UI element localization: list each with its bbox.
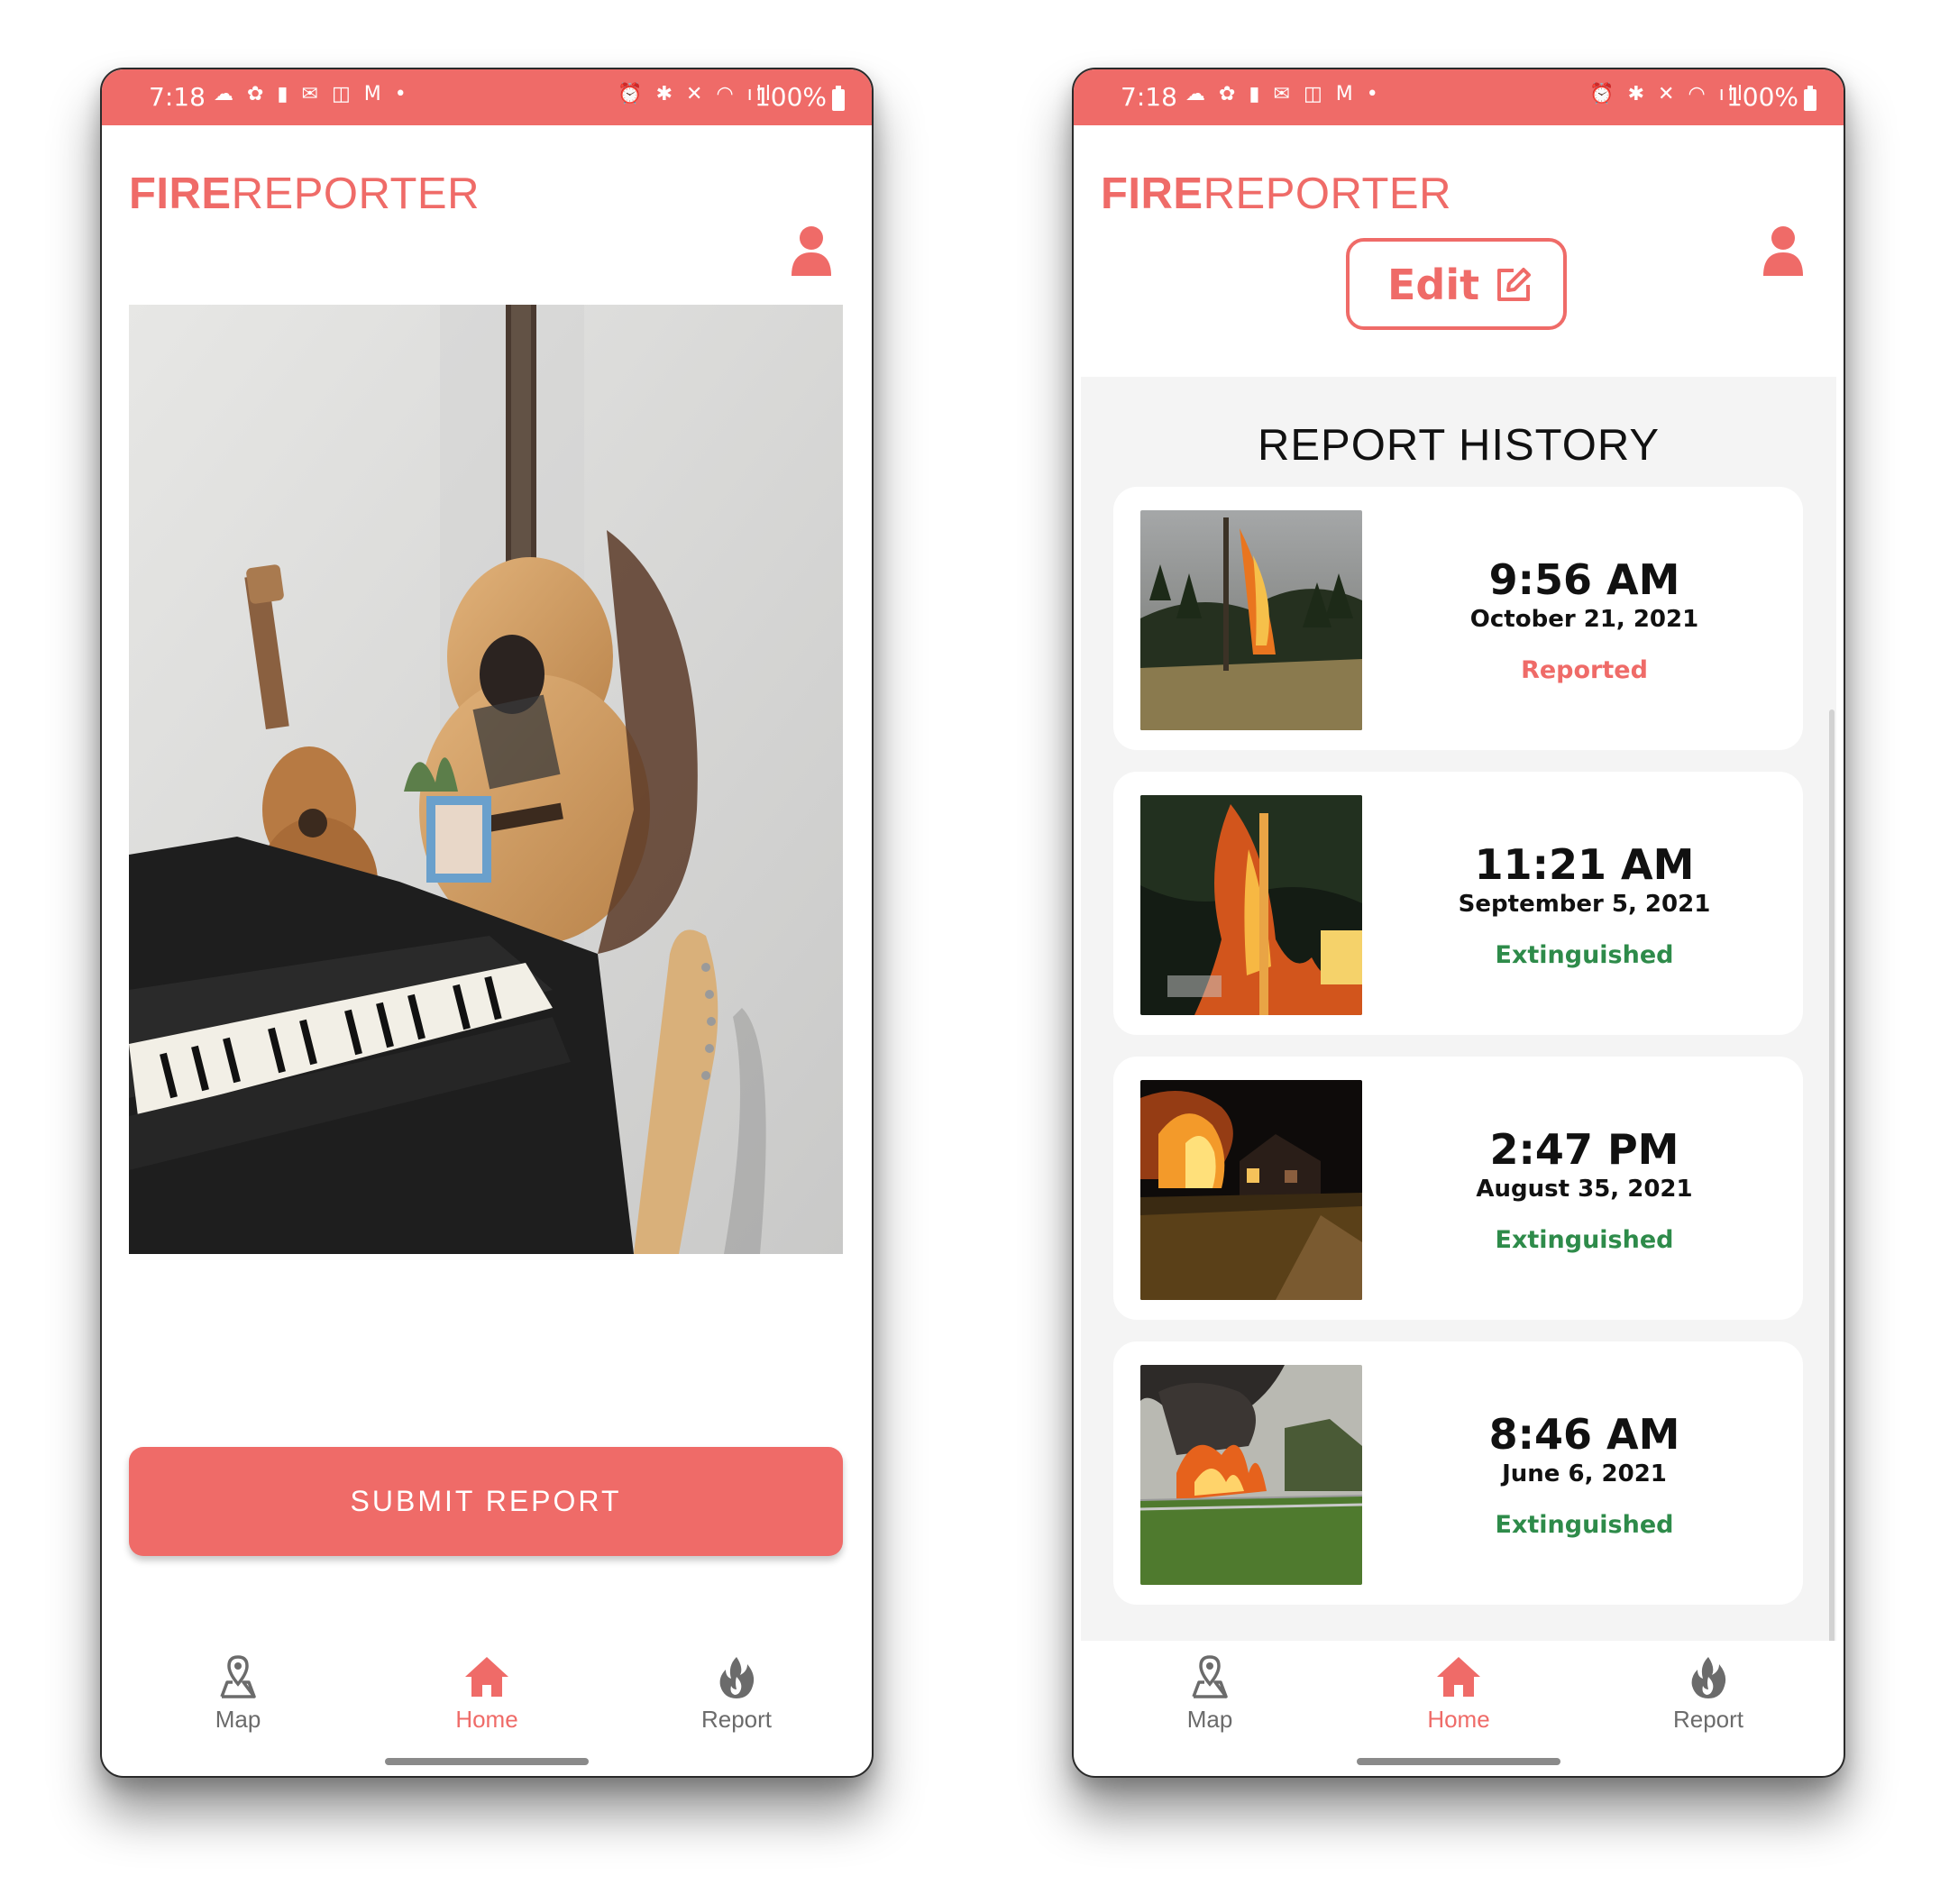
status-bar: 7:18 ☁ ✿ ▮ ✉ ◫ M • ⏰ ✱ ✕ ◠ ıll 100%	[102, 69, 872, 125]
bottom-nav: Map Home Report	[102, 1641, 872, 1751]
report-thumbnail	[1140, 1080, 1362, 1300]
logo-bold-part: FIRE	[1101, 169, 1203, 218]
battery-icon	[832, 86, 845, 111]
battery-level: 100%	[1725, 82, 1798, 112]
report-history-panel: REPORT HISTORY 9:56 AM October 21, 2021 …	[1081, 377, 1836, 1641]
report-thumbnail	[1140, 510, 1362, 730]
app-logo: FIREREPORTER	[1101, 169, 1451, 219]
scrollbar[interactable]	[1829, 709, 1835, 1710]
report-status: Extinguished	[1495, 941, 1674, 969]
report-status: Extinguished	[1495, 1226, 1674, 1254]
report-time: 2:47 PM	[1489, 1125, 1679, 1174]
map-pin-icon	[220, 1655, 256, 1698]
battery-icon	[1804, 86, 1816, 111]
nav-report-label: Report	[700, 1706, 773, 1733]
report-card[interactable]: 11:21 AM September 5, 2021 Extinguished	[1113, 772, 1803, 1035]
notification-icons: ☁ ✿ ▮ ✉ ◫ M •	[214, 83, 410, 105]
nav-home-label: Home	[455, 1706, 518, 1733]
home-indicator[interactable]	[1357, 1758, 1560, 1765]
report-date: August 35, 2021	[1476, 1176, 1693, 1203]
report-status: Extinguished	[1495, 1511, 1674, 1539]
home-indicator[interactable]	[385, 1758, 589, 1765]
report-thumbnail	[1140, 795, 1362, 1015]
camera-preview	[129, 305, 843, 1254]
report-time: 11:21 AM	[1474, 840, 1695, 889]
fire-icon	[1691, 1657, 1726, 1698]
nav-map-label: Map	[1186, 1706, 1233, 1733]
app-logo: FIREREPORTER	[129, 169, 480, 219]
battery-level: 100%	[754, 82, 827, 112]
edit-label: Edit	[1387, 261, 1480, 309]
home-icon	[1437, 1657, 1480, 1697]
report-card[interactable]: 8:46 AM June 6, 2021 Extinguished	[1113, 1341, 1803, 1605]
report-date: June 6, 2021	[1502, 1460, 1667, 1488]
system-status-icons: ⏰ ✱ ✕ ◠ ıll	[618, 83, 774, 105]
user-icon[interactable]	[1762, 225, 1804, 276]
nav-home[interactable]: Home	[1368, 1641, 1549, 1751]
submit-report-button[interactable]: SUBMIT REPORT	[129, 1447, 843, 1556]
logo-light-part: REPORTER	[1203, 169, 1451, 218]
user-icon[interactable]	[791, 225, 832, 276]
report-time: 9:56 AM	[1488, 555, 1680, 604]
report-date: September 5, 2021	[1458, 891, 1711, 918]
report-time: 8:46 AM	[1488, 1410, 1680, 1459]
fire-icon	[719, 1657, 755, 1698]
report-card[interactable]: 9:56 AM October 21, 2021 Reported	[1113, 487, 1803, 750]
nav-map[interactable]: Map	[148, 1641, 328, 1751]
nav-map-label: Map	[215, 1706, 261, 1733]
captured-photo	[129, 305, 843, 1254]
nav-report[interactable]: Report	[1618, 1641, 1798, 1751]
nav-map[interactable]: Map	[1120, 1641, 1300, 1751]
logo-light-part: REPORTER	[231, 169, 480, 218]
status-time: 7:18	[149, 82, 206, 112]
report-card[interactable]: 2:47 PM August 35, 2021 Extinguished	[1113, 1057, 1803, 1320]
edit-icon	[1497, 268, 1531, 301]
bottom-nav: Map Home Report	[1074, 1641, 1844, 1751]
report-status: Reported	[1521, 656, 1648, 684]
home-icon	[465, 1657, 508, 1697]
system-status-icons: ⏰ ✱ ✕ ◠ ıll	[1589, 83, 1746, 105]
report-date: October 21, 2021	[1469, 606, 1699, 633]
nav-report-label: Report	[1672, 1706, 1744, 1733]
nav-home-label: Home	[1427, 1706, 1490, 1733]
logo-bold-part: FIRE	[129, 169, 232, 218]
nav-home[interactable]: Home	[397, 1641, 577, 1751]
phone-home-history: 7:18 ☁ ✿ ▮ ✉ ◫ M • ⏰ ✱ ✕ ◠ ıll 100% FIRE…	[1072, 68, 1845, 1778]
edit-button[interactable]: Edit	[1346, 238, 1567, 330]
nav-report[interactable]: Report	[646, 1641, 827, 1751]
map-pin-icon	[1192, 1655, 1228, 1698]
phone-home-capture: 7:18 ☁ ✿ ▮ ✉ ◫ M • ⏰ ✱ ✕ ◠ ıll 100% FIRE…	[100, 68, 874, 1778]
status-bar: 7:18 ☁ ✿ ▮ ✉ ◫ M • ⏰ ✱ ✕ ◠ ıll 100%	[1074, 69, 1844, 125]
report-thumbnail	[1140, 1365, 1362, 1585]
status-time: 7:18	[1121, 82, 1177, 112]
notification-icons: ☁ ✿ ▮ ✉ ◫ M •	[1185, 83, 1382, 105]
report-history-title: REPORT HISTORY	[1257, 421, 1661, 470]
